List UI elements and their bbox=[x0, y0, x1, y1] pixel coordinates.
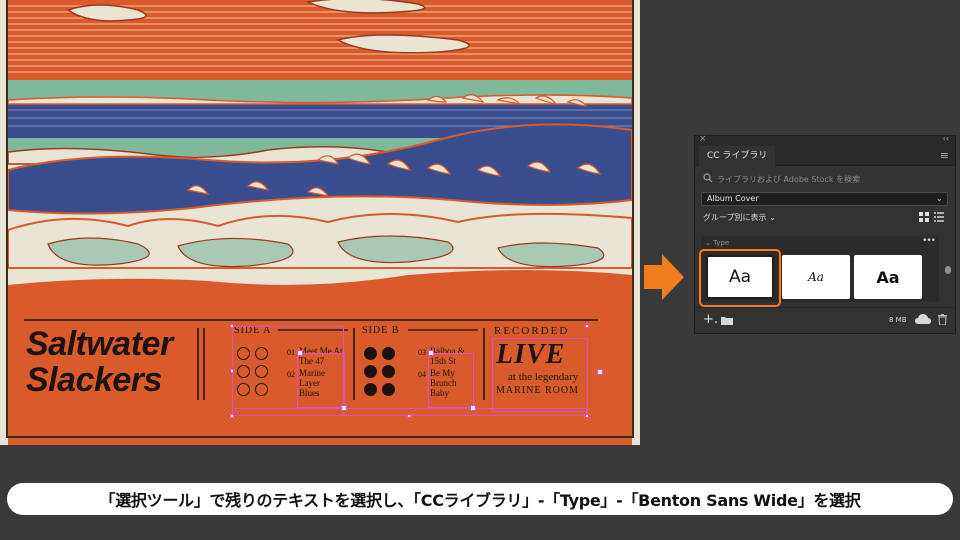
close-icon[interactable]: × bbox=[699, 134, 707, 144]
selection-handle[interactable] bbox=[597, 369, 603, 375]
collapse-icon[interactable]: ‹‹ bbox=[943, 134, 949, 143]
selection-text-frame bbox=[297, 353, 345, 408]
arrow-right-icon bbox=[644, 254, 684, 300]
selection-handle[interactable] bbox=[297, 350, 303, 356]
cloud-icon[interactable] bbox=[915, 314, 931, 325]
artwork-canvas[interactable]: Saltwater Slackers SIDE A SIDE B 01 Meet… bbox=[0, 0, 640, 445]
selection-handle[interactable] bbox=[230, 324, 234, 328]
smiley-icon bbox=[382, 347, 395, 360]
chevron-down-icon: ⌄ bbox=[769, 213, 776, 222]
band-name-line2: Slackers bbox=[26, 361, 162, 399]
highlight-frame bbox=[699, 249, 781, 307]
library-select[interactable]: Album Cover ⌄ bbox=[701, 192, 948, 206]
track-number: 04 bbox=[418, 370, 426, 379]
selection-handle[interactable] bbox=[407, 414, 411, 418]
section-label[interactable]: ⌄ Type bbox=[705, 239, 729, 247]
character-style-swatch[interactable]: Aa bbox=[854, 255, 922, 299]
frown-icon bbox=[382, 383, 395, 396]
list-view-icon[interactable] bbox=[934, 212, 944, 222]
panel-title-bar: × ‹‹ bbox=[695, 134, 955, 146]
selection-handle[interactable] bbox=[230, 414, 234, 418]
scrollbar-thumb[interactable] bbox=[945, 266, 951, 274]
selection-handle[interactable] bbox=[428, 350, 434, 356]
panel-scrollbar[interactable] bbox=[945, 236, 951, 302]
add-icon[interactable]: +. bbox=[703, 312, 718, 327]
side-b-heading[interactable]: SIDE B bbox=[362, 325, 399, 336]
more-icon[interactable]: ••• bbox=[922, 236, 936, 246]
selection-handle[interactable] bbox=[341, 405, 347, 411]
selection-handle[interactable] bbox=[230, 369, 234, 373]
smiley-icon bbox=[364, 365, 377, 378]
smiley-icon bbox=[364, 347, 377, 360]
chevron-down-icon: ⌄ bbox=[935, 194, 943, 204]
folder-icon[interactable] bbox=[721, 316, 733, 325]
grid-view-icon[interactable] bbox=[919, 212, 929, 222]
band-name-line1: Saltwater bbox=[26, 325, 173, 363]
instruction-caption: 「選択ツール」で残りのテキストを選択し、「CCライブラリ」-「Type」-「Be… bbox=[7, 483, 953, 515]
recorded-label[interactable]: RECORDED bbox=[494, 325, 569, 337]
group-view-dropdown[interactable]: グループ別に表示 ⌄ bbox=[703, 212, 776, 223]
track-number: 03 bbox=[418, 348, 426, 357]
section-label-text: Type bbox=[713, 239, 730, 247]
search-icon bbox=[703, 173, 713, 183]
panel-tab-row: CC ライブラリ ≡ bbox=[695, 146, 955, 166]
tab-cc-libraries[interactable]: CC ライブラリ bbox=[699, 146, 776, 166]
selection-handle[interactable] bbox=[585, 414, 589, 418]
frown-icon bbox=[364, 383, 377, 396]
menu-icon[interactable]: ≡ bbox=[940, 149, 949, 162]
selection-handle[interactable] bbox=[470, 405, 476, 411]
library-select-value: Album Cover bbox=[707, 194, 759, 203]
smiley-icon bbox=[382, 365, 395, 378]
character-style-swatch[interactable]: Aa bbox=[782, 255, 850, 299]
group-view-label: グループ別に表示 bbox=[703, 213, 767, 222]
selection-text-frame bbox=[492, 338, 588, 412]
panel-bottom-bar: +. 8 MB bbox=[695, 307, 955, 333]
search-bar[interactable] bbox=[703, 172, 949, 186]
caption-text: 「選択ツール」で残りのテキストを選択し、「CCライブラリ」-「Type」-「Be… bbox=[99, 491, 861, 510]
trash-icon[interactable] bbox=[938, 314, 947, 325]
search-input[interactable] bbox=[717, 172, 947, 186]
chevron-down-icon: ⌄ bbox=[705, 239, 714, 247]
storage-size: 8 MB bbox=[889, 316, 907, 324]
selection-text-frame bbox=[428, 353, 474, 408]
selection-handle[interactable] bbox=[585, 324, 589, 328]
band-name[interactable]: Saltwater Slackers bbox=[26, 326, 173, 398]
